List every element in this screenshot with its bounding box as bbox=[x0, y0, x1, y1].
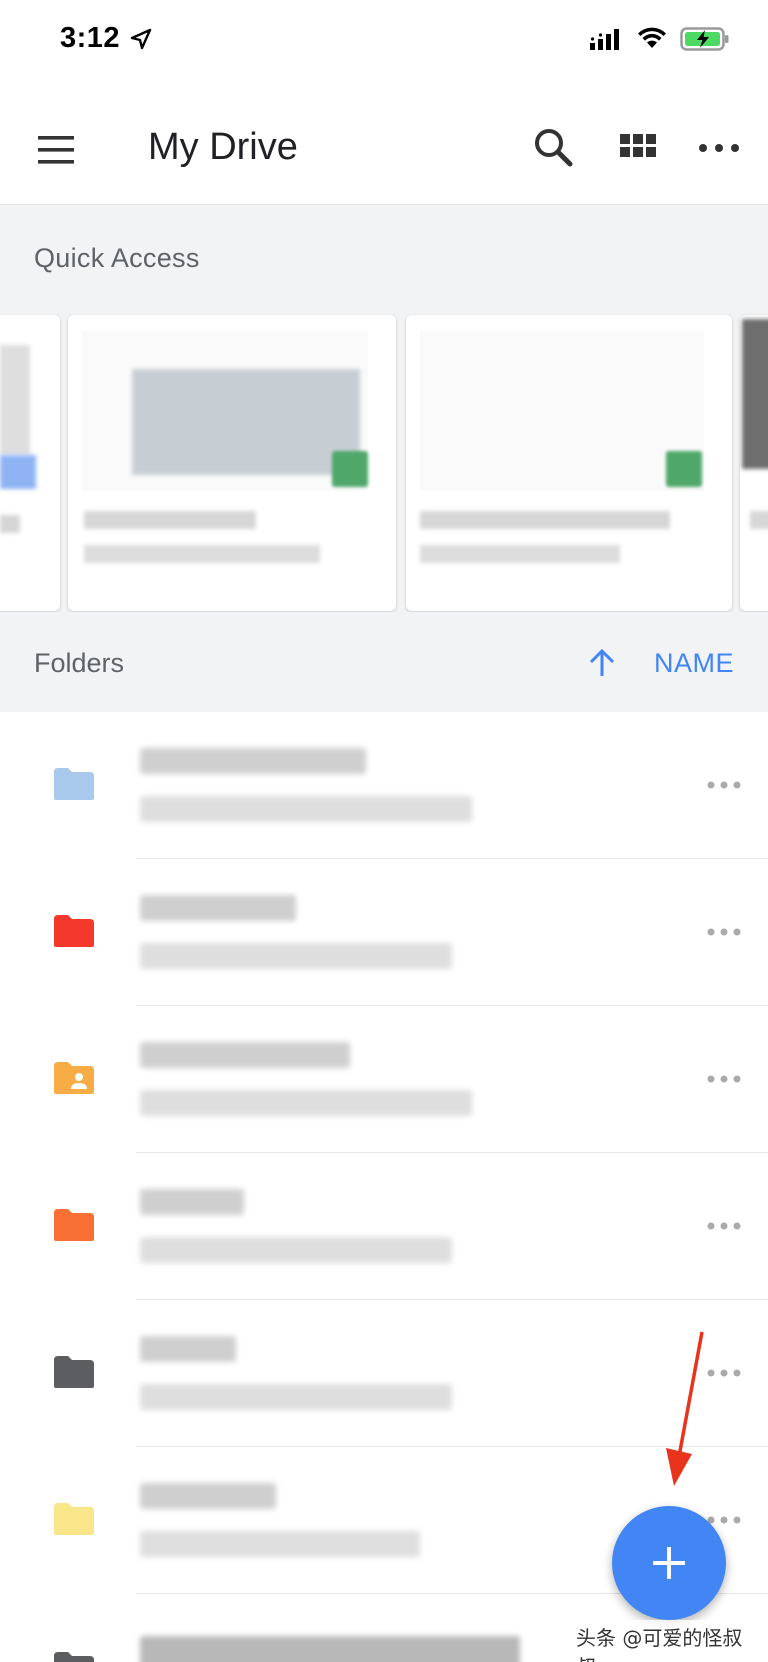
more-options-icon[interactable] bbox=[706, 925, 742, 939]
status-bar: 3:12 bbox=[0, 0, 768, 84]
quick-access-thumbnail bbox=[0, 345, 30, 455]
folder-icon bbox=[54, 915, 94, 947]
folder-name bbox=[140, 1636, 520, 1662]
folder-row[interactable] bbox=[0, 1300, 768, 1447]
app-bar: My Drive bbox=[0, 98, 768, 204]
quick-access-file-detail bbox=[420, 545, 620, 563]
quick-access-file-name bbox=[84, 511, 256, 529]
quick-access-title: Quick Access bbox=[34, 243, 200, 273]
folder-row[interactable] bbox=[0, 1006, 768, 1153]
more-options-icon[interactable] bbox=[706, 1072, 742, 1086]
quick-access-thumbnail bbox=[742, 319, 768, 469]
cellular-signal-icon bbox=[590, 29, 619, 50]
annotation-arrow-icon bbox=[666, 1331, 704, 1486]
location-arrow-icon bbox=[130, 28, 152, 50]
screen: 3:12 My Drive Quick Access Folders NAME … bbox=[0, 0, 768, 1662]
watermark: 头条 @可爱的怪叔叔 bbox=[570, 1620, 768, 1662]
sheets-file-icon bbox=[666, 451, 702, 487]
more-options-icon[interactable] bbox=[706, 778, 742, 792]
new-item-fab-button[interactable] bbox=[612, 1506, 726, 1620]
more-options-icon[interactable] bbox=[706, 1219, 742, 1233]
folder-icon bbox=[54, 768, 94, 800]
folder-icon bbox=[54, 1503, 94, 1535]
folders-header: Folders NAME bbox=[0, 612, 768, 712]
battery-charging-icon bbox=[680, 27, 729, 51]
folder-details bbox=[140, 1237, 452, 1263]
folder-details bbox=[140, 1090, 472, 1116]
quick-access-thumbnail bbox=[420, 331, 704, 491]
sheets-file-icon bbox=[332, 451, 368, 487]
folder-details bbox=[140, 796, 472, 822]
folder-details bbox=[140, 943, 452, 969]
grid-view-icon[interactable] bbox=[618, 130, 658, 170]
folder-details bbox=[140, 1531, 420, 1557]
folder-name bbox=[140, 1336, 236, 1362]
sort-arrow-up-icon[interactable] bbox=[588, 648, 616, 678]
plus-icon bbox=[653, 1547, 685, 1579]
quick-access-card[interactable] bbox=[406, 315, 732, 611]
status-time: 3:12 bbox=[60, 22, 121, 54]
wifi-icon bbox=[638, 27, 666, 48]
search-icon[interactable] bbox=[532, 126, 576, 170]
folder-name bbox=[140, 1042, 350, 1068]
quick-access-file-name bbox=[420, 511, 670, 529]
quick-access-file-name bbox=[750, 511, 768, 529]
folder-row[interactable] bbox=[0, 1153, 768, 1300]
folder-icon bbox=[54, 1209, 94, 1241]
quick-access-file-name bbox=[0, 515, 20, 533]
page-title: My Drive bbox=[148, 126, 298, 168]
folder-row[interactable] bbox=[0, 859, 768, 1006]
quick-access-card[interactable] bbox=[68, 315, 396, 611]
folder-name bbox=[140, 748, 366, 774]
quick-access-card[interactable] bbox=[0, 315, 60, 611]
folder-icon bbox=[54, 1356, 94, 1388]
quick-access-card[interactable] bbox=[740, 315, 768, 611]
menu-icon[interactable] bbox=[36, 130, 80, 170]
folders-title: Folders bbox=[34, 648, 125, 678]
sort-by-name-button[interactable]: NAME bbox=[654, 648, 734, 679]
folder-name bbox=[140, 1189, 244, 1215]
folder-name bbox=[140, 1483, 276, 1509]
folder-name bbox=[140, 895, 296, 921]
quick-access-section: Quick Access bbox=[0, 204, 768, 612]
shared-folder-icon bbox=[54, 1062, 94, 1094]
more-options-icon[interactable] bbox=[706, 1366, 742, 1380]
folder-icon bbox=[54, 1652, 94, 1662]
quick-access-preview bbox=[132, 369, 360, 475]
folder-details bbox=[140, 1384, 452, 1410]
more-options-icon[interactable] bbox=[698, 138, 740, 158]
folder-row[interactable] bbox=[0, 712, 768, 859]
quick-access-thumbnail bbox=[82, 331, 368, 491]
quick-access-thumbnail bbox=[0, 455, 36, 489]
quick-access-file-detail bbox=[84, 545, 320, 563]
